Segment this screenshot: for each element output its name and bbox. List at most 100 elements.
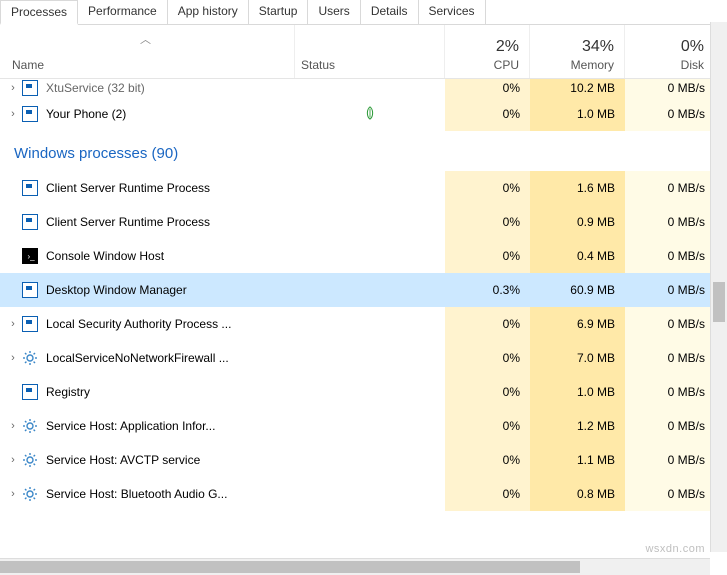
process-row[interactable]: ›Service Host: Bluetooth Audio G...0%0.8…	[0, 477, 727, 511]
tab-startup[interactable]: Startup	[249, 0, 309, 24]
process-row[interactable]: Client Server Runtime Process 0%1.6 MB0 M…	[0, 171, 727, 205]
column-headers: ︿ Name Status 2% CPU 34% Memory 0% Disk	[0, 25, 727, 79]
disk-cell: 0 MB/s	[625, 171, 715, 205]
process-row[interactable]: ›LocalServiceNoNetworkFirewall ...0%7.0 …	[0, 341, 727, 375]
cpu-cell: 0%	[445, 341, 530, 375]
memory-cell: 0.4 MB	[530, 239, 625, 273]
disk-cell: 0 MB/s	[625, 307, 715, 341]
disk-cell: 0 MB/s	[625, 341, 715, 375]
column-header-cpu[interactable]: 2% CPU	[445, 25, 530, 78]
cpu-cell: 0.3%	[445, 273, 530, 307]
expander-icon[interactable]: ›	[4, 454, 22, 466]
disk-cell: 0 MB/s	[625, 79, 715, 97]
memory-cell: 1.2 MB	[530, 409, 625, 443]
app-window-icon	[22, 384, 38, 400]
tab-strip: Processes Performance App history Startu…	[0, 0, 727, 25]
disk-usage-pct: 0%	[681, 38, 704, 56]
gear-icon	[22, 350, 38, 366]
leaf-icon	[363, 106, 377, 123]
process-row[interactable]: Client Server Runtime Process0%0.9 MB0 M…	[0, 205, 727, 239]
gear-icon	[22, 452, 38, 468]
sort-indicator-icon: ︿	[140, 31, 151, 47]
cpu-label: CPU	[494, 58, 519, 72]
column-header-name[interactable]: ︿ Name	[0, 25, 295, 78]
process-row[interactable]: Registry0%1.0 MB0 MB/s	[0, 375, 727, 409]
gear-icon	[22, 418, 38, 434]
memory-cell: 1.0 MB	[530, 97, 625, 131]
expander-icon[interactable]: ›	[4, 420, 22, 432]
tab-performance[interactable]: Performance	[78, 0, 168, 24]
group-header-windows-processes[interactable]: Windows processes (90)	[0, 131, 727, 171]
memory-cell: 6.9 MB	[530, 307, 625, 341]
process-list[interactable]: ›XtuService (32 bit)0%10.2 MB0 MB/s›Your…	[0, 79, 727, 511]
expander-icon[interactable]: ›	[4, 318, 22, 330]
disk-cell: 0 MB/s	[625, 239, 715, 273]
process-row[interactable]: › Service Host: Application Infor... 0%1.2…	[0, 409, 727, 443]
column-header-disk[interactable]: 0% Disk	[625, 25, 715, 78]
horizontal-scrollbar[interactable]	[0, 558, 710, 575]
column-header-status-label: Status	[301, 58, 335, 72]
console-icon: ›_	[22, 248, 38, 264]
column-header-status[interactable]: Status	[295, 25, 445, 78]
disk-cell: 0 MB/s	[625, 477, 715, 511]
process-name: Client Server Runtime Process	[46, 181, 210, 195]
tab-details[interactable]: Details	[361, 0, 419, 24]
process-name: Service Host: Bluetooth Audio G...	[46, 487, 227, 501]
memory-cell: 7.0 MB	[530, 341, 625, 375]
disk-cell: 0 MB/s	[625, 409, 715, 443]
process-row[interactable]: ›Service Host: AVCTP service0%1.1 MB0 MB…	[0, 443, 727, 477]
process-name: Console Window Host	[46, 249, 164, 263]
memory-cell: 10.2 MB	[530, 79, 625, 97]
expander-icon[interactable]: ›	[4, 108, 22, 120]
cpu-cell: 0%	[445, 171, 530, 205]
app-window-icon	[22, 80, 38, 96]
memory-usage-pct: 34%	[582, 38, 614, 56]
cpu-cell: 0%	[445, 409, 530, 443]
process-row[interactable]: › Local Security Authority Process ... 0%6…	[0, 307, 727, 341]
cpu-cell: 0%	[445, 97, 530, 131]
process-row[interactable]: ›Your Phone (2)0%1.0 MB0 MB/s	[0, 97, 727, 131]
cpu-cell: 0%	[445, 307, 530, 341]
disk-cell: 0 MB/s	[625, 443, 715, 477]
cpu-usage-pct: 2%	[496, 38, 519, 56]
process-row[interactable]: › XtuService (32 bit) 0%10.2 MB0 MB/s	[0, 79, 727, 97]
disk-cell: 0 MB/s	[625, 205, 715, 239]
process-name: Desktop Window Manager	[46, 283, 187, 297]
tab-app-history[interactable]: App history	[168, 0, 249, 24]
process-name: Your Phone (2)	[46, 107, 126, 121]
column-header-memory[interactable]: 34% Memory	[530, 25, 625, 78]
cpu-cell: 0%	[445, 79, 530, 97]
expander-icon[interactable]: ›	[4, 488, 22, 500]
tab-services[interactable]: Services	[419, 0, 486, 24]
tab-processes[interactable]: Processes	[0, 0, 78, 25]
process-name: Client Server Runtime Process	[46, 215, 210, 229]
expander-icon[interactable]: ›	[4, 82, 22, 94]
app-window-icon	[22, 282, 38, 298]
memory-cell: 60.9 MB	[530, 273, 625, 307]
disk-label: Disk	[681, 58, 704, 72]
memory-cell: 1.6 MB	[530, 171, 625, 205]
disk-cell: 0 MB/s	[625, 375, 715, 409]
process-name: Service Host: AVCTP service	[46, 453, 200, 467]
process-row[interactable]: ›_ Console Window Host 0%0.4 MB0 MB/s	[0, 239, 727, 273]
cpu-cell: 0%	[445, 205, 530, 239]
memory-label: Memory	[571, 58, 614, 72]
horizontal-scrollbar-thumb[interactable]	[0, 561, 580, 573]
tab-users[interactable]: Users	[308, 0, 360, 24]
app-window-icon	[22, 180, 38, 196]
cpu-cell: 0%	[445, 239, 530, 273]
cpu-cell: 0%	[445, 375, 530, 409]
app-window-icon	[22, 214, 38, 230]
expander-icon[interactable]: ›	[4, 352, 22, 364]
process-name: Service Host: Application Infor...	[46, 419, 215, 433]
status-cell	[295, 106, 445, 123]
cpu-cell: 0%	[445, 443, 530, 477]
process-name: XtuService (32 bit)	[46, 81, 145, 95]
vertical-scrollbar[interactable]	[710, 22, 727, 552]
vertical-scrollbar-thumb[interactable]	[713, 282, 725, 322]
process-row[interactable]: Desktop Window Manager0.3%60.9 MB0 MB/s	[0, 273, 727, 307]
memory-cell: 0.8 MB	[530, 477, 625, 511]
process-name: Local Security Authority Process ...	[46, 317, 231, 331]
gear-icon	[22, 486, 38, 502]
app-window-icon	[22, 106, 38, 122]
